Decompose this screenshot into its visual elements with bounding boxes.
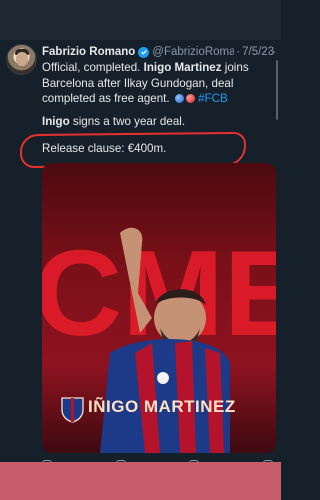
body-text-a: Official, completed. bbox=[42, 61, 144, 74]
scrollbar[interactable] bbox=[276, 60, 278, 120]
player-name-graphic: IÑIGO MARTINEZ bbox=[88, 397, 236, 416]
para2-rest: signs a two year deal. bbox=[69, 115, 186, 128]
tweet-paragraph-2: Inigo signs a two year deal. bbox=[42, 114, 185, 129]
tweet-card[interactable]: Fabrizio Romano @FabrizioRoma... · 7/5/2… bbox=[0, 0, 281, 500]
blue-ball-emoji-icon bbox=[174, 94, 184, 103]
separator: · bbox=[236, 46, 241, 58]
top-bar bbox=[0, 0, 281, 40]
release-clause-text: Release clause: €400m. bbox=[42, 142, 167, 155]
tweet-body: Official, completed. Inigo Martinez join… bbox=[42, 60, 276, 107]
avatar[interactable] bbox=[6, 44, 37, 75]
body-text-player: Inigo Martinez bbox=[143, 61, 222, 74]
para2-bold: Inigo bbox=[42, 115, 70, 128]
author-name[interactable]: Fabrizio Romano bbox=[42, 46, 135, 58]
club-crest-icon bbox=[61, 397, 84, 423]
tweet-media-image[interactable]: CMER IÑIGO MARTINEZ bbox=[42, 163, 276, 453]
tweet-header: Fabrizio Romano @FabrizioRoma... · 7/5/2… bbox=[42, 44, 278, 60]
footer-overlay bbox=[0, 462, 281, 500]
verified-badge-icon bbox=[138, 46, 150, 58]
player-figure bbox=[100, 227, 230, 453]
avatar-face bbox=[16, 52, 28, 66]
author-handle[interactable]: @FabrizioRoma... bbox=[152, 46, 234, 58]
hashtag-link[interactable]: #FCB bbox=[198, 92, 228, 105]
more-options-icon[interactable]: ··· bbox=[263, 46, 277, 58]
red-ball-emoji-icon bbox=[185, 94, 195, 103]
